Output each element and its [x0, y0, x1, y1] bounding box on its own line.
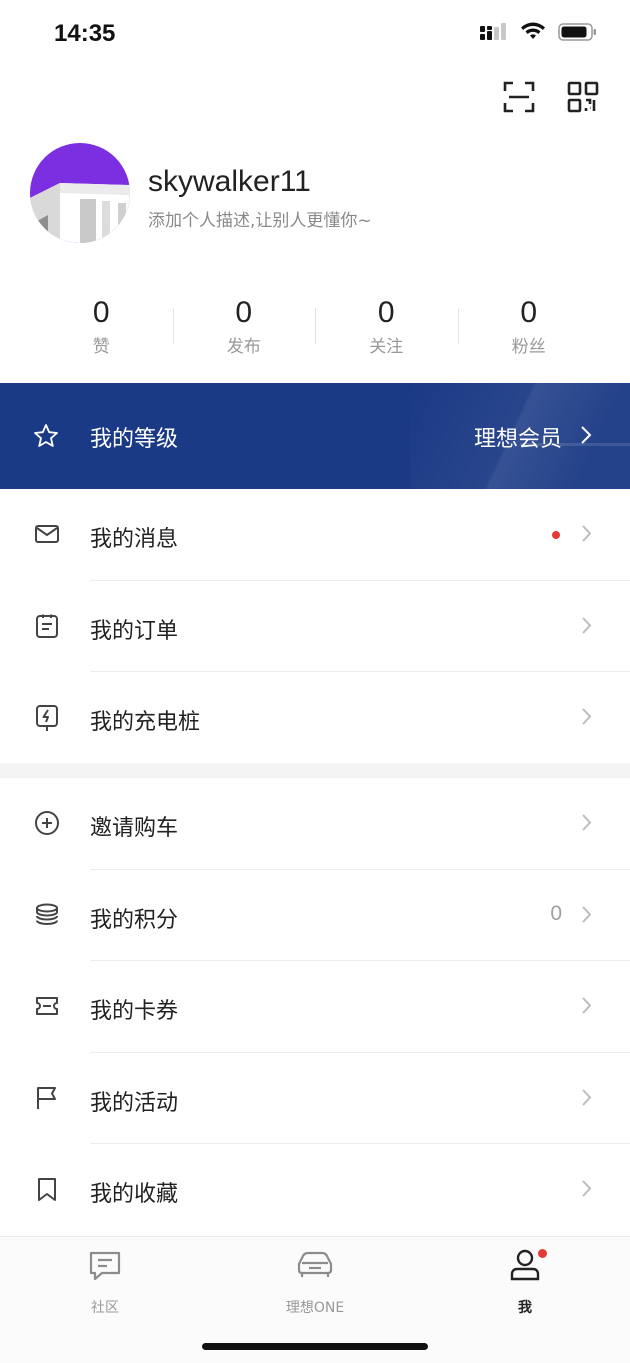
user-description[interactable]: 添加个人描述,让别人更懂你~	[148, 206, 372, 231]
menu-item-label: 我的卡券	[90, 999, 179, 1024]
stat-posts[interactable]: 0 发布	[172, 296, 316, 362]
menu-item-favorites[interactable]: 我的收藏	[0, 1144, 630, 1236]
level-banner[interactable]: 我的等级 理想会员	[0, 383, 630, 489]
qrcode-icon	[567, 81, 599, 113]
chevron-right-icon	[581, 1088, 592, 1111]
menu-item-charging-pile[interactable]: 我的充电桩	[0, 672, 630, 764]
stat-value: 0	[520, 296, 538, 329]
profile-header[interactable]: skywalker11 添加个人描述,让别人更懂你~	[30, 143, 600, 243]
charging-pile-icon	[34, 704, 60, 731]
section-separator	[0, 763, 630, 778]
stat-label: 关注	[369, 337, 404, 357]
status-icons	[480, 22, 598, 46]
stat-likes[interactable]: 0 赞	[30, 296, 173, 362]
unread-badge	[552, 531, 560, 539]
menu-item-messages[interactable]: 我的消息	[0, 489, 630, 581]
chevron-right-icon	[581, 707, 592, 730]
star-icon	[33, 423, 59, 453]
tab-label: 理想ONE	[285, 1300, 345, 1316]
chevron-right-icon	[581, 616, 592, 639]
points-value: 0	[550, 901, 562, 925]
menu-item-label: 我的消息	[90, 527, 179, 552]
stat-value: 0	[377, 296, 395, 329]
chevron-right-icon	[581, 1179, 592, 1202]
menu-item-invite-purchase[interactable]: 邀请购车	[0, 778, 630, 870]
stat-label: 粉丝	[511, 337, 546, 357]
menu-item-label: 邀请购车	[90, 816, 179, 841]
top-actions	[502, 80, 600, 114]
stat-value: 0	[235, 296, 253, 329]
status-time: 14:35	[54, 20, 116, 47]
chat-icon	[45, 1247, 165, 1283]
stats-row: 0 赞 0 发布 0 关注 0 粉丝	[30, 296, 600, 362]
menu-item-label: 我的活动	[90, 1090, 179, 1116]
plus-circle-icon	[34, 810, 60, 836]
scan-icon	[503, 81, 535, 113]
stat-label: 赞	[92, 337, 110, 357]
stat-value: 0	[92, 296, 110, 329]
flag-icon	[34, 1085, 60, 1111]
username: skywalker11	[148, 165, 311, 198]
tab-li-one[interactable]: 理想ONE	[255, 1247, 375, 1317]
menu-group-primary: 我的消息 我的订单 我的充电桩	[0, 489, 630, 764]
menu-item-label: 我的收藏	[90, 1182, 179, 1207]
menu-item-label: 我的充电桩	[90, 710, 201, 735]
stat-following[interactable]: 0 关注	[315, 296, 458, 362]
chevron-right-icon	[581, 905, 592, 928]
chevron-right-icon	[581, 524, 592, 547]
menu-item-coupons[interactable]: 我的卡券	[0, 961, 630, 1053]
chevron-right-icon	[580, 425, 592, 449]
bookmark-icon	[34, 1176, 60, 1202]
menu-item-label: 我的积分	[90, 907, 179, 933]
tab-me[interactable]: 我	[465, 1247, 585, 1317]
menu-item-orders[interactable]: 我的订单	[0, 581, 630, 672]
avatar[interactable]	[30, 143, 130, 243]
coins-icon	[34, 902, 60, 928]
level-label: 我的等级	[90, 427, 179, 452]
chevron-right-icon	[581, 996, 592, 1019]
car-icon	[255, 1247, 375, 1283]
mail-icon	[34, 521, 60, 547]
cellular-signal-icon	[480, 22, 508, 46]
tab-label: 社区	[91, 1300, 119, 1316]
chevron-right-icon	[581, 813, 592, 836]
wifi-icon	[520, 22, 546, 46]
level-value: 理想会员	[473, 427, 562, 452]
menu-group-secondary: 邀请购车 我的积分 0 我的卡券 我的活动 我的收藏	[0, 778, 630, 1236]
stat-followers[interactable]: 0 粉丝	[457, 296, 601, 362]
person-icon	[465, 1247, 585, 1283]
stat-label: 发布	[226, 337, 261, 357]
qrcode-button[interactable]	[566, 80, 600, 114]
notification-badge	[538, 1249, 547, 1258]
menu-item-activities[interactable]: 我的活动	[0, 1053, 630, 1144]
tab-label: 我	[518, 1300, 532, 1316]
tab-community[interactable]: 社区	[45, 1247, 165, 1317]
menu-item-points[interactable]: 我的积分 0	[0, 870, 630, 961]
home-indicator[interactable]	[202, 1343, 428, 1350]
status-bar: 14:35	[0, 0, 630, 70]
scan-button[interactable]	[502, 80, 536, 114]
menu-item-label: 我的订单	[90, 618, 179, 644]
ticket-icon	[34, 993, 60, 1019]
battery-icon	[558, 22, 598, 46]
order-icon	[34, 613, 60, 639]
